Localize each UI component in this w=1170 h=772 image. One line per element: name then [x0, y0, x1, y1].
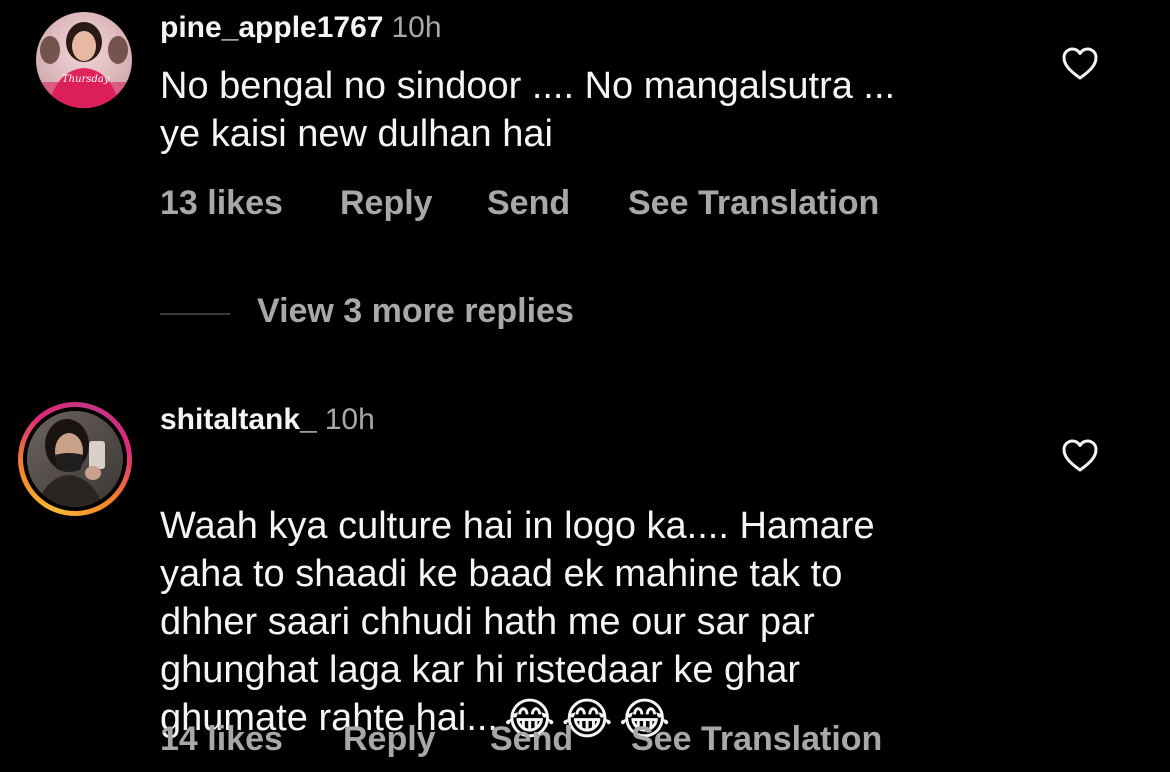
avatar: [27, 411, 123, 507]
see-translation-button[interactable]: See Translation: [631, 720, 882, 759]
see-translation-button[interactable]: See Translation: [628, 184, 879, 223]
timestamp: 10h: [391, 11, 442, 44]
avatar-image: [27, 411, 123, 507]
view-replies-label[interactable]: View 3 more replies: [257, 292, 574, 331]
username[interactable]: pine_apple1767: [160, 11, 383, 44]
comment-header: pine_apple1767 10h: [160, 10, 442, 46]
avatar-ring-gap: [23, 407, 127, 511]
username[interactable]: shitaltank_: [160, 403, 317, 436]
heart-icon[interactable]: [1060, 44, 1100, 84]
comment-header: shitaltank_ 10h: [160, 402, 375, 438]
avatar-caption: Thursday: [62, 74, 110, 85]
likes-count[interactable]: 13 likes: [160, 184, 283, 223]
send-button[interactable]: Send: [490, 720, 573, 759]
avatar[interactable]: Thursday: [36, 12, 132, 108]
comment-text: No bengal no sindoor .... No mangalsutra…: [160, 65, 896, 155]
send-button[interactable]: Send: [487, 184, 570, 223]
replies-divider: [160, 313, 230, 315]
reply-button[interactable]: Reply: [340, 184, 433, 223]
reply-button[interactable]: Reply: [343, 720, 436, 759]
heart-icon[interactable]: [1060, 436, 1100, 476]
avatar-image: [36, 12, 132, 108]
timestamp: 10h: [324, 403, 375, 436]
comment-text: Waah kya culture hai in logo ka.... Hama…: [160, 454, 1040, 744]
avatar-story-ring[interactable]: [18, 402, 132, 516]
likes-count[interactable]: 14 likes: [160, 720, 283, 759]
comment-item: Thursday pine_apple1767 10h No bengal no …: [0, 0, 1170, 240]
